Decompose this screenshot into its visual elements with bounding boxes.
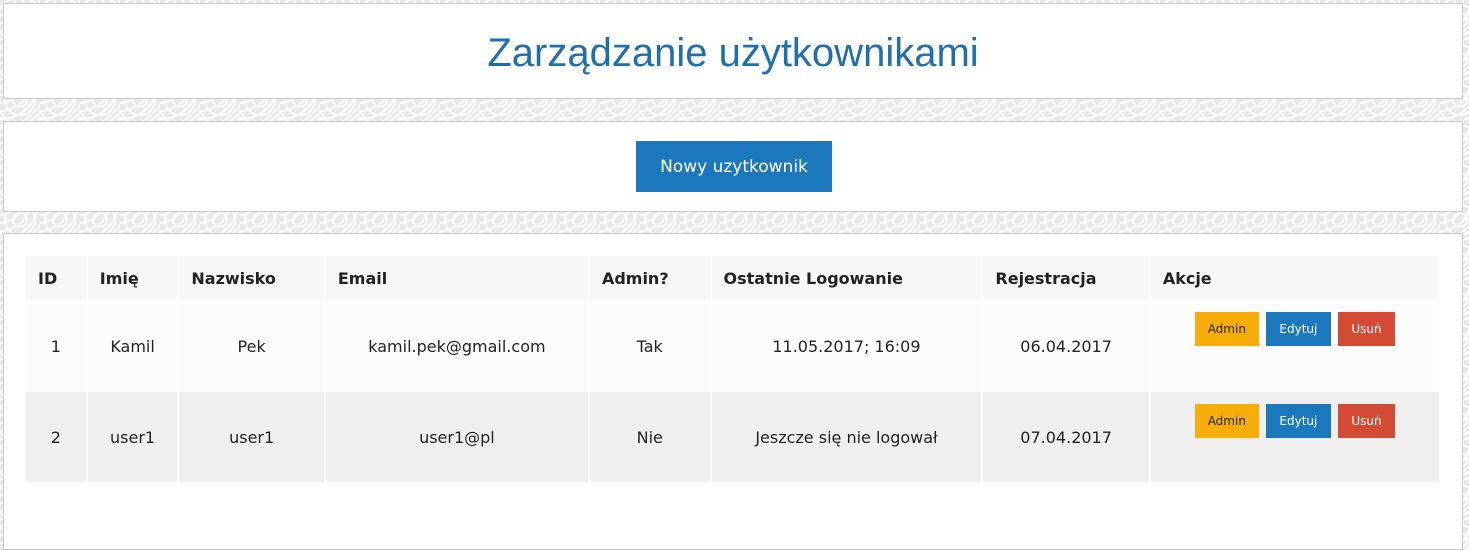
action-panel: Nowy uzytkownik <box>3 121 1463 212</box>
delete-button[interactable]: Usuń <box>1338 312 1395 346</box>
cell-actions: Admin Edytuj Usuń <box>1150 300 1439 392</box>
column-header-registered[interactable]: Rejestracja <box>983 256 1149 300</box>
cell-id: 2 <box>26 392 86 482</box>
cell-last-name: Pek <box>179 300 324 392</box>
column-header-admin[interactable]: Admin? <box>589 256 710 300</box>
cell-admin: Nie <box>589 392 710 482</box>
edit-button[interactable]: Edytuj <box>1265 404 1331 438</box>
cell-first-name: user1 <box>87 392 178 482</box>
cell-registered: 07.04.2017 <box>983 392 1149 482</box>
cell-email: user1@pl <box>325 392 588 482</box>
page-title: Zarządzanie użytkownikami <box>487 31 979 75</box>
cell-actions: Admin Edytuj Usuń <box>1150 392 1439 482</box>
new-user-button[interactable]: Nowy uzytkownik <box>636 141 832 192</box>
cell-first-name: Kamil <box>87 300 178 392</box>
cell-last-login: Jeszcze się nie logował <box>711 392 982 482</box>
table-row: 1 Kamil Pek kamil.pek@gmail.com Tak 11.0… <box>26 300 1439 392</box>
cell-admin: Tak <box>589 300 710 392</box>
column-header-last-name[interactable]: Nazwisko <box>179 256 324 300</box>
users-table-panel: ID Imię Nazwisko Email Admin? Ostatnie L… <box>3 233 1463 550</box>
edit-button[interactable]: Edytuj <box>1265 312 1331 346</box>
cell-email: kamil.pek@gmail.com <box>325 300 588 392</box>
column-header-actions: Akcje <box>1150 256 1439 300</box>
column-header-last-login[interactable]: Ostatnie Logowanie <box>711 256 982 300</box>
column-header-id[interactable]: ID <box>26 256 86 300</box>
cell-registered: 06.04.2017 <box>983 300 1149 392</box>
cell-last-login: 11.05.2017; 16:09 <box>711 300 982 392</box>
cell-id: 1 <box>26 300 86 392</box>
admin-button[interactable]: Admin <box>1194 404 1259 438</box>
users-table: ID Imię Nazwisko Email Admin? Ostatnie L… <box>24 256 1441 482</box>
cell-last-name: user1 <box>179 392 324 482</box>
table-row: 2 user1 user1 user1@pl Nie Jeszcze się n… <box>26 392 1439 482</box>
admin-button[interactable]: Admin <box>1194 312 1259 346</box>
column-header-first-name[interactable]: Imię <box>87 256 178 300</box>
header-panel: Zarządzanie użytkownikami <box>3 3 1463 99</box>
table-header-row: ID Imię Nazwisko Email Admin? Ostatnie L… <box>26 256 1439 300</box>
delete-button[interactable]: Usuń <box>1338 404 1395 438</box>
column-header-email[interactable]: Email <box>325 256 588 300</box>
